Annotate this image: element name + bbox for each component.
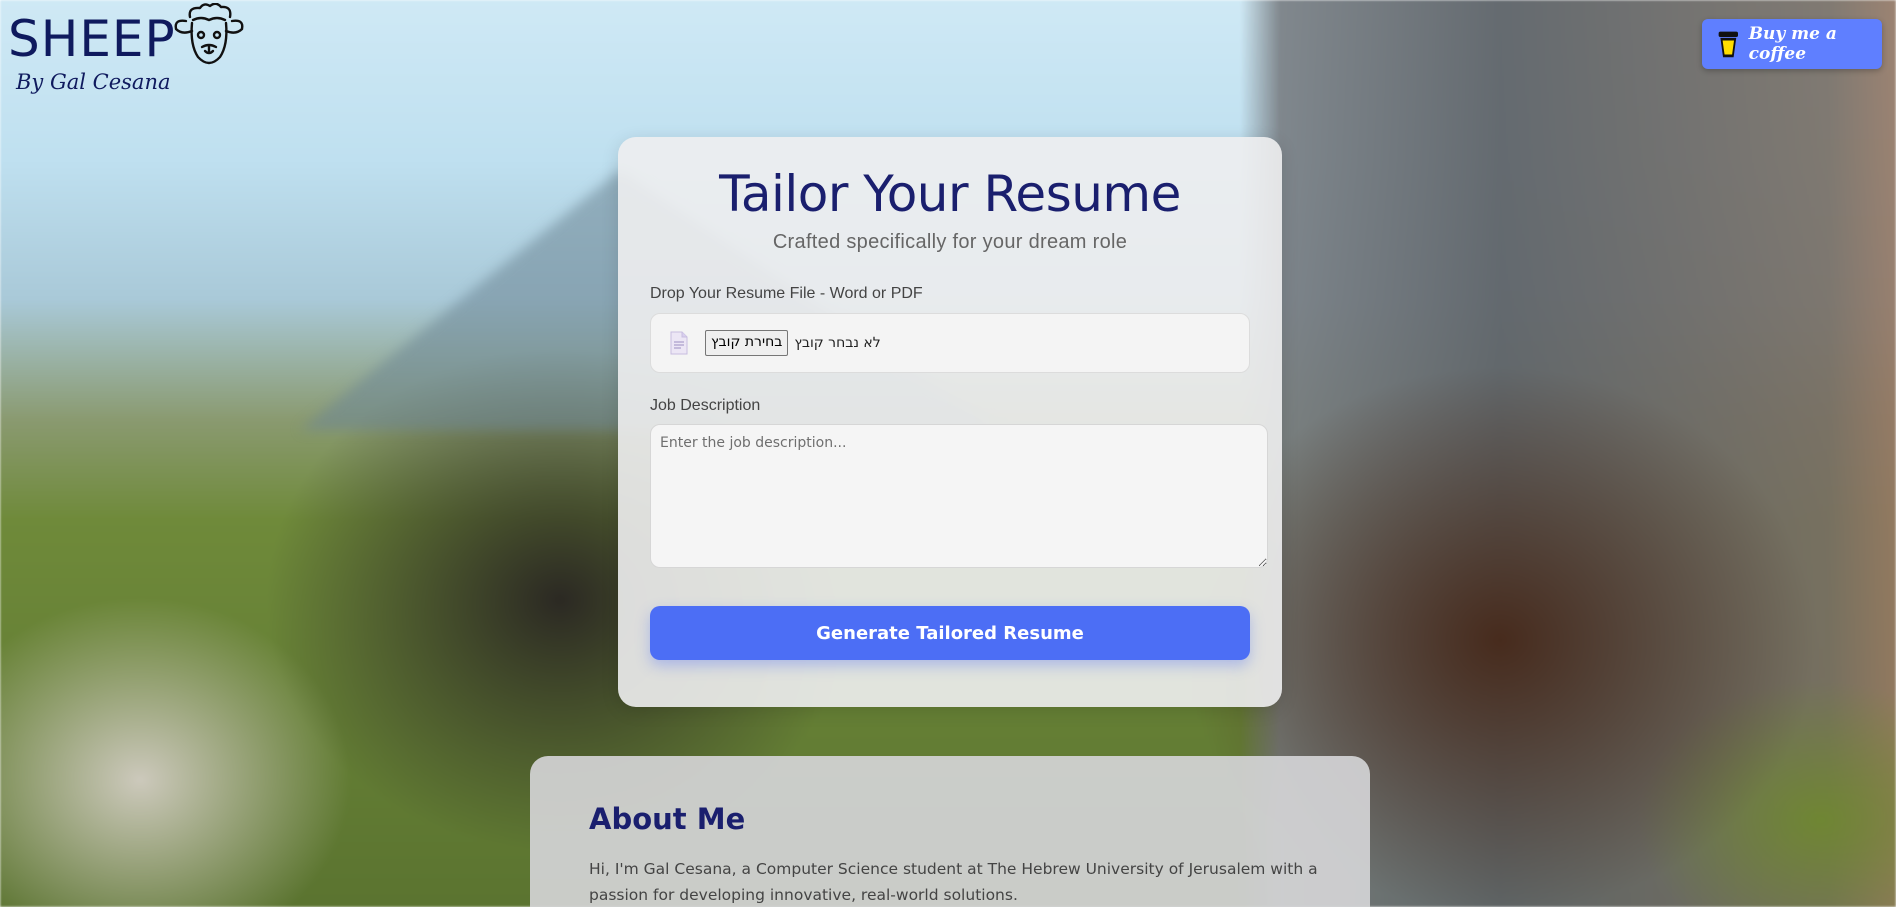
- file-status-text: לא נבחר קובץ: [794, 335, 881, 351]
- site-logo[interactable]: SHEEP By Gal Cesana: [8, 6, 176, 94]
- resume-form-card: Tailor Your Resume Crafted specifically …: [618, 137, 1282, 707]
- document-icon: [670, 331, 688, 355]
- about-title: About Me: [589, 802, 746, 836]
- about-me-card: About Me Hi, I'm Gal Cesana, a Computer …: [530, 756, 1370, 907]
- sheep-head-icon: [174, 3, 244, 65]
- logo-subtitle: By Gal Cesana: [16, 70, 171, 94]
- about-text: Hi, I'm Gal Cesana, a Computer Science s…: [589, 860, 1318, 904]
- page: SHEEP By Gal Cesana Buy me a coffee Tail…: [0, 0, 1896, 907]
- logo-title: SHEEP: [8, 10, 176, 68]
- choose-file-button[interactable]: בחירת קובץ: [705, 330, 789, 356]
- buy-me-a-coffee-button[interactable]: Buy me a coffee: [1702, 19, 1882, 69]
- form-title: Tailor Your Resume: [719, 165, 1181, 223]
- generate-resume-button[interactable]: Generate Tailored Resume: [650, 606, 1250, 660]
- coffee-cup-icon: [1718, 31, 1739, 58]
- resume-file-dropzone[interactable]: בחירת קובץ לא נבחר קובץ: [650, 313, 1250, 373]
- resume-file-label: Drop Your Resume File - Word or PDF: [650, 285, 923, 302]
- job-description-label: Job Description: [650, 397, 761, 414]
- form-subtitle: Crafted specifically for your dream role: [772, 231, 1128, 253]
- coffee-button-label: Buy me a coffee: [1748, 24, 1837, 64]
- job-description-input[interactable]: [650, 424, 1268, 568]
